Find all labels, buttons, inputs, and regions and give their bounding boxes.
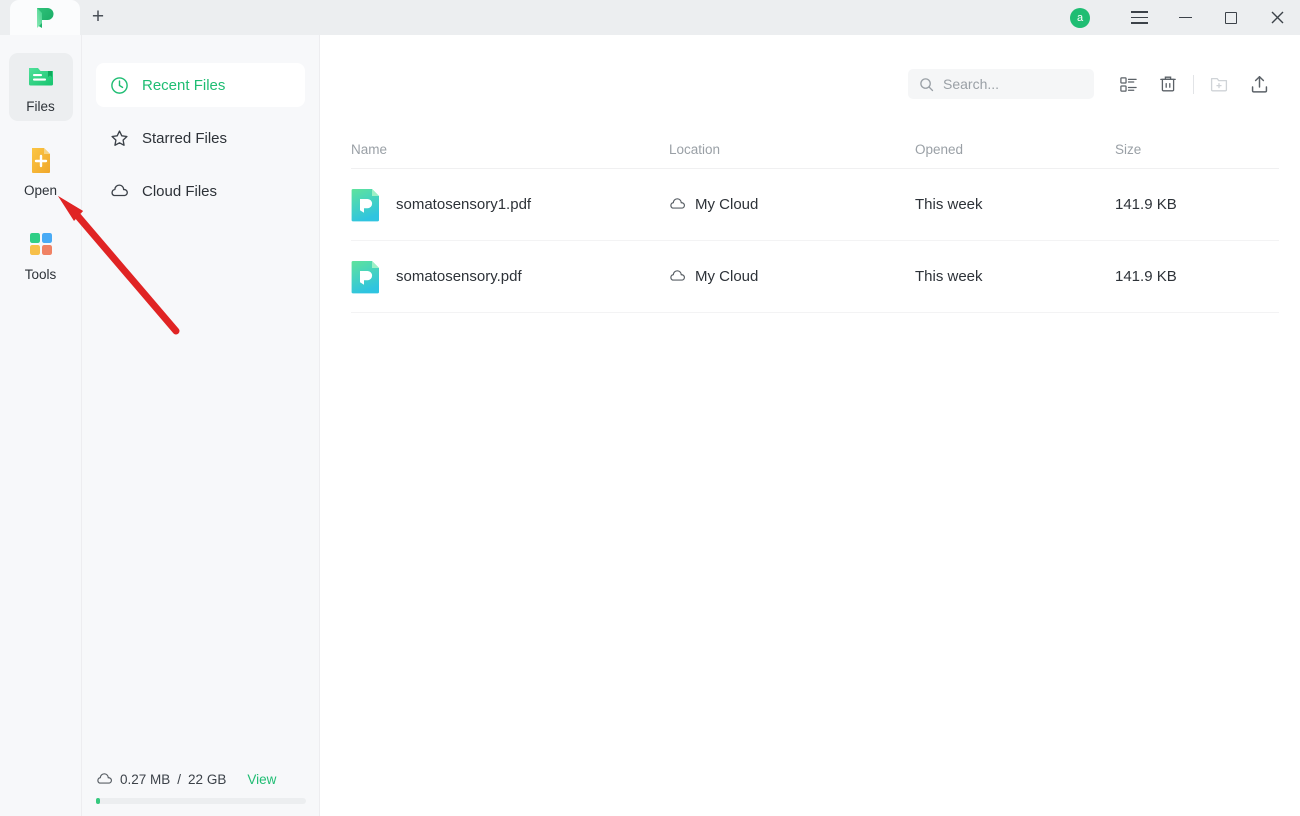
file-name: somatosensory1.pdf bbox=[396, 196, 532, 213]
trash-icon bbox=[1160, 76, 1176, 92]
sidebar-item-label: Files bbox=[26, 99, 55, 114]
column-header-opened[interactable]: Opened bbox=[915, 142, 1115, 157]
cell-location: My Cloud bbox=[669, 196, 915, 213]
cell-opened: This week bbox=[915, 268, 983, 285]
tools-grid-icon bbox=[29, 233, 52, 255]
list-view-button[interactable] bbox=[1108, 66, 1148, 102]
cell-opened: This week bbox=[915, 196, 983, 213]
nav-item-cloud-files[interactable]: Cloud Files bbox=[96, 169, 305, 213]
column-header-name[interactable]: Name bbox=[351, 142, 669, 157]
sidebar-item-label: Open bbox=[23, 183, 58, 198]
table-row[interactable]: somatosensory.pdf My Cloud This week 141… bbox=[351, 241, 1279, 313]
nav-item-label: Starred Files bbox=[142, 129, 228, 147]
cloud-icon bbox=[111, 183, 128, 196]
minimize-icon bbox=[1178, 16, 1192, 19]
files-table: Name Location Opened Size somatosensory1… bbox=[351, 131, 1279, 313]
table-header: Name Location Opened Size bbox=[351, 131, 1279, 169]
pdf-file-icon bbox=[351, 260, 379, 293]
trash-button[interactable] bbox=[1148, 66, 1188, 102]
cloud-icon bbox=[97, 773, 113, 784]
search-icon bbox=[920, 77, 934, 91]
icon-rail: Files Open Tools bbox=[0, 35, 82, 816]
app-window: + a Files Open Tools Recent Files Starre… bbox=[0, 0, 1300, 816]
storage-total: 22 GB bbox=[188, 772, 227, 787]
cell-name: somatosensory.pdf bbox=[351, 260, 669, 294]
storage-separator: / bbox=[177, 772, 182, 787]
nav-item-label: Cloud Files bbox=[142, 182, 218, 200]
main-content: Search... Name Location Opened Size soma… bbox=[320, 35, 1300, 816]
list-view-icon bbox=[1119, 76, 1137, 92]
cell-location: My Cloud bbox=[669, 268, 915, 285]
nav-item-label: Recent Files bbox=[142, 76, 226, 94]
storage-view-link[interactable]: View bbox=[247, 772, 276, 787]
new-folder-button[interactable] bbox=[1199, 66, 1239, 102]
app-tab[interactable] bbox=[10, 0, 80, 35]
sidebar-item-files[interactable]: Files bbox=[8, 53, 73, 121]
menu-button[interactable] bbox=[1116, 0, 1162, 35]
cloud-icon bbox=[670, 198, 686, 209]
content-toolbar: Search... bbox=[908, 66, 1279, 102]
nav-item-starred-files[interactable]: Starred Files bbox=[96, 116, 305, 160]
hamburger-menu-icon bbox=[1130, 11, 1148, 24]
table-row[interactable]: somatosensory1.pdf My Cloud This week 14… bbox=[351, 169, 1279, 241]
maximize-button[interactable] bbox=[1208, 0, 1254, 35]
new-folder-icon bbox=[1210, 77, 1228, 92]
nav-panel: Recent Files Starred Files Cloud Files 0… bbox=[82, 35, 320, 816]
storage-progress-bar bbox=[96, 798, 306, 804]
cell-name: somatosensory1.pdf bbox=[351, 188, 669, 222]
title-bar: + a bbox=[0, 0, 1300, 35]
maximize-icon bbox=[1225, 11, 1237, 24]
storage-section: 0.27 MB / 22 GB View bbox=[82, 771, 320, 816]
pdfelement-logo-icon bbox=[37, 7, 54, 28]
avatar-initial: a bbox=[1076, 11, 1084, 24]
sidebar-item-tools[interactable]: Tools bbox=[9, 221, 73, 289]
storage-progress-fill bbox=[96, 798, 101, 804]
new-tab-label: + bbox=[91, 5, 105, 28]
storage-used: 0.27 MB bbox=[120, 772, 171, 787]
cloud-icon bbox=[670, 270, 686, 281]
search-input[interactable]: Search... bbox=[943, 76, 999, 92]
pdf-file-icon bbox=[351, 188, 379, 221]
nav-item-recent-files[interactable]: Recent Files bbox=[96, 63, 305, 107]
upload-button[interactable] bbox=[1239, 66, 1279, 102]
close-button[interactable] bbox=[1254, 0, 1300, 35]
cell-size: 141.9 KB bbox=[1115, 196, 1177, 213]
toolbar-divider bbox=[1193, 74, 1194, 94]
file-location: My Cloud bbox=[695, 268, 759, 285]
close-icon bbox=[1271, 11, 1283, 24]
file-name: somatosensory.pdf bbox=[396, 268, 522, 285]
clock-icon bbox=[111, 76, 128, 94]
window-controls: a bbox=[1070, 0, 1300, 35]
column-header-size[interactable]: Size bbox=[1115, 142, 1279, 157]
upload-icon bbox=[1251, 75, 1267, 93]
column-header-location[interactable]: Location bbox=[669, 142, 915, 157]
open-document-plus-icon bbox=[31, 148, 50, 173]
sidebar-item-label: Tools bbox=[24, 267, 57, 282]
file-location: My Cloud bbox=[695, 196, 759, 213]
files-icon bbox=[28, 68, 53, 86]
storage-summary: 0.27 MB / 22 GB View bbox=[96, 771, 306, 798]
minimize-button[interactable] bbox=[1162, 0, 1208, 35]
search-box[interactable]: Search... bbox=[908, 69, 1094, 99]
new-tab-button[interactable]: + bbox=[80, 1, 116, 35]
sidebar-item-open[interactable]: Open bbox=[9, 137, 73, 205]
star-icon bbox=[111, 129, 128, 146]
cell-size: 141.9 KB bbox=[1115, 268, 1177, 285]
avatar[interactable]: a bbox=[1070, 7, 1090, 28]
